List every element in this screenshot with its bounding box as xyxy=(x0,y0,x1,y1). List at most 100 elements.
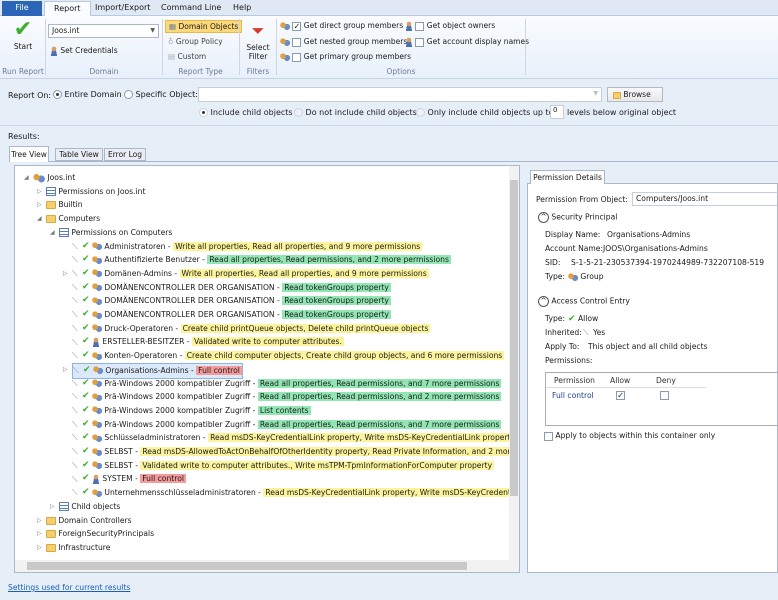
tab-tree-view[interactable]: Tree View xyxy=(9,146,49,162)
scroll-thumb[interactable] xyxy=(510,180,518,496)
expand-arrow-icon[interactable]: ▷ xyxy=(37,185,45,199)
checkmark-icon: ✔ xyxy=(13,17,33,42)
checkbox[interactable]: ✓ xyxy=(292,21,302,31)
scroll-thumb[interactable] xyxy=(27,562,467,570)
expand-arrow-icon[interactable]: ▷ xyxy=(63,267,71,281)
group-icon xyxy=(91,324,102,334)
allow-check-icon: ✔ xyxy=(82,391,90,402)
account-name-label: Account Name: xyxy=(545,244,604,253)
group-icon xyxy=(91,433,102,443)
group-report-type: Report Type xyxy=(178,67,223,76)
radio-off xyxy=(124,90,133,99)
from-label: Permission From Object: xyxy=(536,195,628,204)
ace-type-label: Type: xyxy=(545,314,565,323)
expand-arrow-icon[interactable]: ▷ xyxy=(37,527,45,541)
permission-summary: Create child computer objects, Create ch… xyxy=(184,351,505,361)
inherited-icon: ⟍ xyxy=(72,310,78,320)
specific-object-radio[interactable]: Specific Object: xyxy=(124,90,198,99)
expand-arrow-icon[interactable]: ▷ xyxy=(50,500,58,514)
browse-button[interactable]: Browse xyxy=(607,87,663,102)
option-direct-group-members[interactable]: ✓ Get direct group members xyxy=(280,21,403,31)
option-object-owners[interactable]: Get object owners xyxy=(405,21,495,31)
allow-checkbox[interactable]: ✓ xyxy=(616,391,625,400)
inherited-icon: ⟍ xyxy=(72,337,78,347)
select-filter-button[interactable]: ⏷ Select Filter xyxy=(243,19,273,61)
principal-name: SELBST - xyxy=(104,460,138,470)
results-tree: ▷ Infrastructure ▷ ForeignSecurityPrincip… xyxy=(14,165,520,573)
principal-name: DOMÄNENCONTROLLER DER ORGANISATION - xyxy=(104,310,280,319)
expand-arrow-icon[interactable]: ▷ xyxy=(63,363,71,377)
allow-check-icon: ✔ xyxy=(82,473,90,484)
permission-summary: Write all properties, Read all propertie… xyxy=(179,268,429,278)
vertical-scrollbar[interactable] xyxy=(509,166,519,562)
group-icon xyxy=(91,242,102,251)
permissions-table: Permission Allow Deny Full control ✓ xyxy=(545,372,778,426)
allow-check-icon: ✔ xyxy=(82,432,90,443)
deny-checkbox[interactable] xyxy=(660,391,669,400)
horizontal-scrollbar[interactable] xyxy=(15,560,519,572)
inherited-icon: ⟍ xyxy=(583,328,589,337)
checkbox[interactable] xyxy=(415,21,425,31)
checkbox[interactable] xyxy=(292,52,302,62)
group-icon xyxy=(91,392,102,402)
collapse-arrow-icon[interactable]: ◢ xyxy=(50,226,58,240)
option-nested-group-members[interactable]: Get nested group members xyxy=(280,37,407,47)
tab-error-log[interactable]: Error Log xyxy=(104,148,146,161)
report-type-domain-objects[interactable]: ▦ Domain Objects xyxy=(165,20,243,33)
tab-import-export[interactable]: Import/Export xyxy=(86,1,159,16)
allow-check-icon: ✔ xyxy=(82,254,90,265)
folder-icon xyxy=(46,516,56,525)
permission-summary: Validated write to computer attributes. xyxy=(191,337,344,347)
principal-name: Authentifizierte Benutzer - xyxy=(104,255,205,265)
expand-arrow-icon[interactable]: ▷ xyxy=(37,198,45,212)
specific-object-input[interactable]: ▼ xyxy=(198,87,602,102)
collapse-arrow-icon[interactable]: ◢ xyxy=(37,212,45,226)
custom-icon: ▤ xyxy=(168,52,176,61)
permission-summary: Read all properties, Read permissions, a… xyxy=(257,419,502,429)
report-type-group-policy[interactable]: ♁ Group Policy xyxy=(168,37,223,46)
start-button[interactable]: ✔ Start xyxy=(6,18,40,58)
group-icon xyxy=(91,447,102,457)
node-label: Infrastructure xyxy=(58,542,111,552)
no-child-radio[interactable]: Do not include child objects xyxy=(294,108,417,117)
group-icon xyxy=(280,37,290,47)
set-credentials-button[interactable]: Set Credentials xyxy=(50,46,118,56)
from-object-field[interactable]: Computers/Joos.int xyxy=(632,192,778,206)
inherited-icon: ⟍ xyxy=(72,433,78,443)
option-primary-group-members[interactable]: Get primary group members xyxy=(280,52,411,62)
folder-icon xyxy=(46,201,56,210)
inherited-icon: ⟍ xyxy=(72,241,78,251)
principal-name: Unternehmensschlüsseladministratoren - xyxy=(104,488,261,498)
levels-input[interactable]: 0 xyxy=(550,105,564,119)
checkbox[interactable] xyxy=(292,37,302,47)
tab-command-line[interactable]: Command Line xyxy=(152,1,230,16)
expand-arrow-icon[interactable]: ▷ xyxy=(37,541,45,555)
tab-permission-details[interactable]: Permission Details xyxy=(530,170,605,184)
security-principal-header[interactable]: ^ Security Principal xyxy=(538,212,617,223)
ace-header[interactable]: ^ Access Control Entry xyxy=(538,296,630,307)
option-account-display-names[interactable]: Get account display names xyxy=(405,37,529,47)
checkbox[interactable] xyxy=(544,431,553,441)
permission-summary: Read msDS-KeyCredentialLink property, Wr… xyxy=(208,433,518,443)
tab-file[interactable]: File xyxy=(2,1,42,16)
apply-to-value: This object and all child objects xyxy=(588,342,708,351)
tab-help[interactable]: Help xyxy=(224,1,260,16)
account-name-value: JOOS\Organisations-Admins xyxy=(603,244,708,253)
display-name-value: Organisations-Admins xyxy=(607,230,691,239)
collapse-arrow-icon[interactable]: ◢ xyxy=(24,171,32,185)
permission-summary: Read msDS-AllowedToActOnBehalfOfOtherIde… xyxy=(140,447,519,456)
entire-domain-radio[interactable]: Entire Domain xyxy=(53,90,122,99)
checkbox[interactable] xyxy=(415,37,425,47)
domain-select[interactable]: Joos.int ▼ xyxy=(48,24,159,38)
include-child-radio[interactable]: Include child objects xyxy=(199,108,293,117)
apply-container-only-checkbox[interactable]: Apply to objects within this container o… xyxy=(544,431,715,441)
principal-name: Administratoren - xyxy=(104,241,171,251)
group-icon xyxy=(91,406,102,416)
column-allow: Allow xyxy=(610,376,631,385)
tab-report[interactable]: Report xyxy=(44,1,91,17)
expand-arrow-icon[interactable]: ▷ xyxy=(37,514,45,528)
only-child-radio[interactable]: Only include child objects up to xyxy=(416,108,554,117)
report-type-custom[interactable]: ▤ Custom xyxy=(168,52,206,61)
tab-table-view[interactable]: Table View xyxy=(55,148,103,161)
settings-link[interactable]: Settings used for current results xyxy=(8,583,130,592)
